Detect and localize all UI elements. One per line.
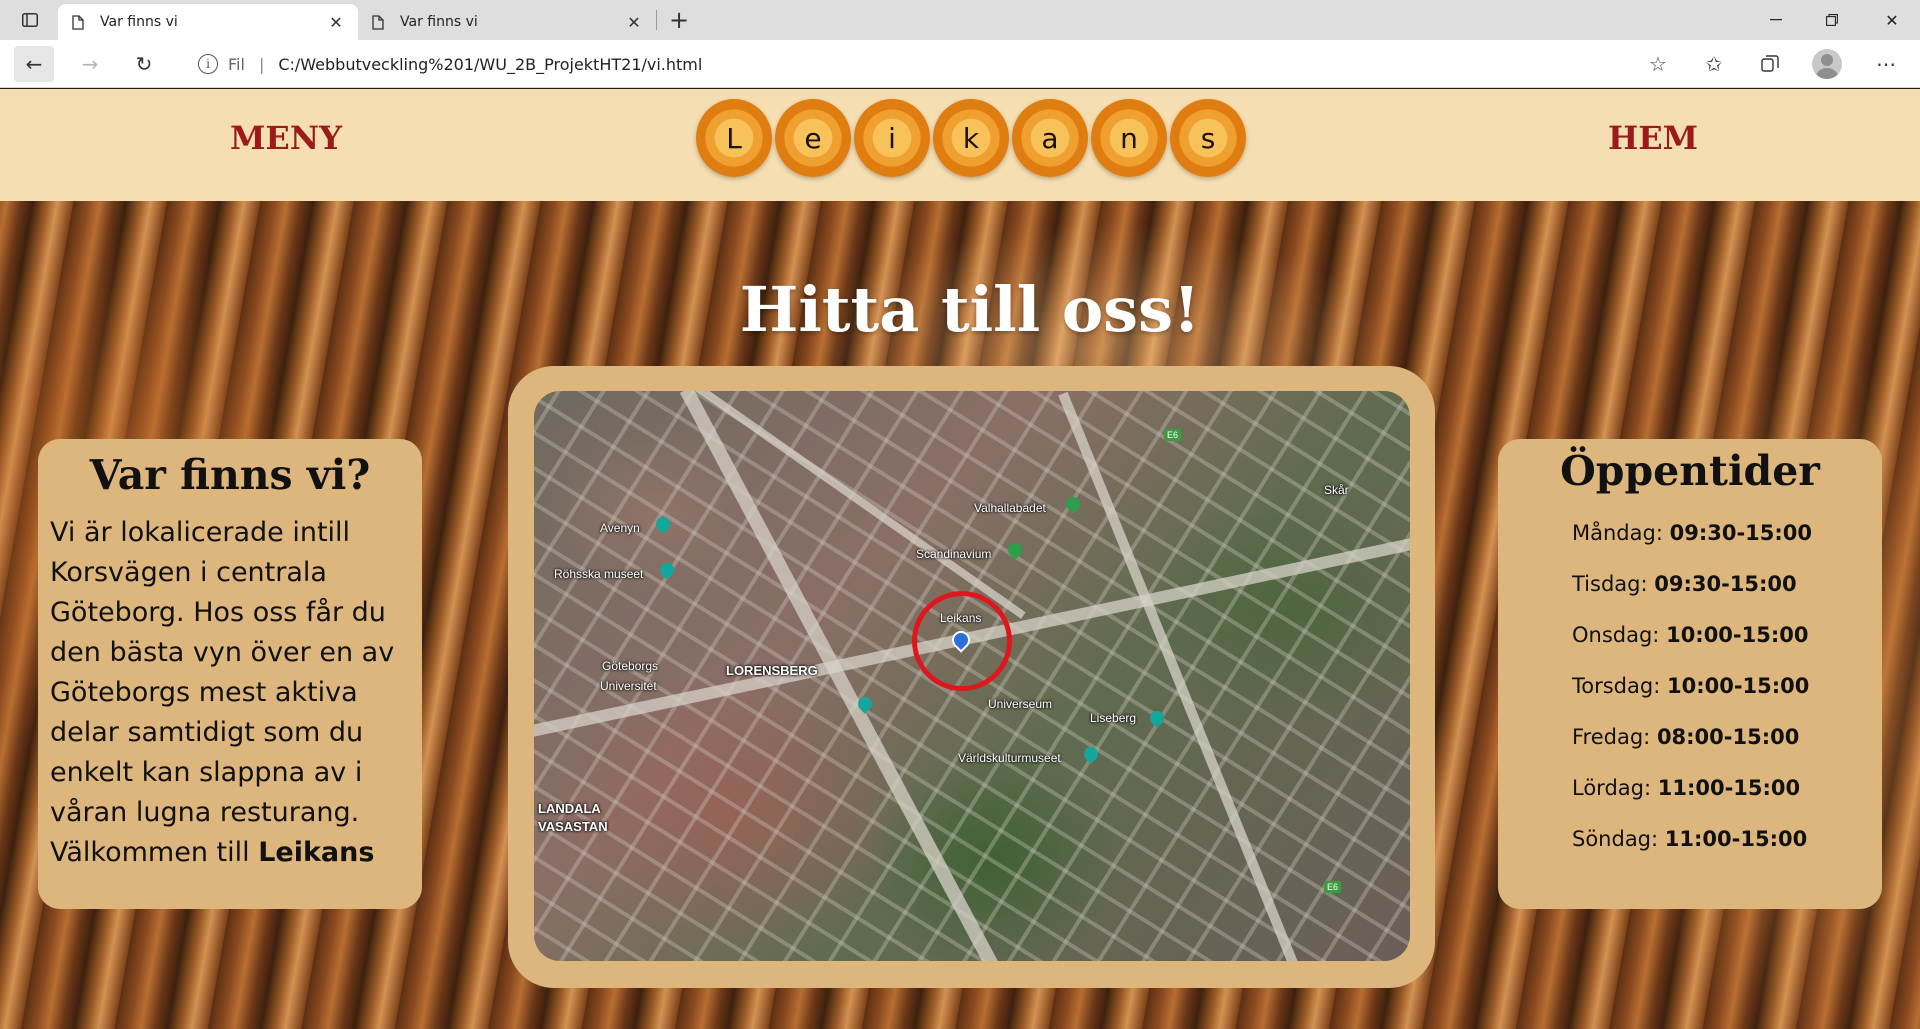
hours-heading: Öppentider xyxy=(1560,447,1820,495)
map-label: Scandinavium xyxy=(916,547,992,561)
leikans-logo[interactable]: L e i k a n s xyxy=(696,99,1248,181)
logo-letter: k xyxy=(933,99,1009,177)
site-header: MENY L e i k a n s HEM xyxy=(0,89,1920,201)
reload-icon[interactable]: ↻ xyxy=(124,46,164,82)
day-label: Tisdag: xyxy=(1572,572,1648,596)
hours-row: Måndag: 09:30-15:00 xyxy=(1572,521,1812,572)
map-poi-icon xyxy=(1063,494,1083,514)
map-poi-icon xyxy=(657,560,677,580)
day-label: Fredag: xyxy=(1572,725,1651,749)
map-road xyxy=(1058,391,1300,961)
tab-divider xyxy=(656,10,657,30)
map-label: Skår xyxy=(1324,483,1349,497)
home-link[interactable]: HEM xyxy=(1608,119,1698,157)
hours-row: Onsdag: 10:00-15:00 xyxy=(1572,623,1812,674)
logo-letter: i xyxy=(854,99,930,177)
time-value: 11:00-15:00 xyxy=(1657,776,1801,800)
hours-row: Torsdag: 10:00-15:00 xyxy=(1572,674,1812,725)
opening-hours-card: Öppentider Måndag: 09:30-15:00 Tisdag: 0… xyxy=(1498,439,1882,909)
hours-list: Måndag: 09:30-15:00 Tisdag: 09:30-15:00 … xyxy=(1572,521,1812,878)
logo-letter: n xyxy=(1091,99,1167,177)
location-card: Var finns vi? Vi är lokalicerade intill … xyxy=(38,439,422,909)
day-label: Onsdag: xyxy=(1572,623,1660,647)
url-field[interactable]: i Fil | C:/Webbutveckling%201/WU_2B_Proj… xyxy=(180,46,1680,82)
hours-row: Söndag: 11:00-15:00 xyxy=(1572,827,1812,878)
map-label: Röhsska museet xyxy=(554,567,644,581)
url-divider: | xyxy=(258,54,265,74)
location-text-brand: Leikans xyxy=(258,837,375,868)
map-poi-icon xyxy=(1081,744,1101,764)
menu-link[interactable]: MENY xyxy=(230,119,342,157)
time-value: 10:00-15:00 xyxy=(1666,674,1810,698)
close-tab-icon[interactable]: ✕ xyxy=(326,13,346,32)
road-sign-e6: E6 xyxy=(1324,881,1342,893)
tab-active[interactable]: Var finns vi ✕ xyxy=(58,4,358,40)
logo-letter: L xyxy=(696,99,772,177)
location-highlight-circle xyxy=(912,591,1012,691)
address-bar: ← → ↻ i Fil | C:/Webbutveckling%201/WU_2… xyxy=(0,40,1920,88)
time-value: 10:00-15:00 xyxy=(1666,623,1809,647)
hours-row: Fredag: 08:00-15:00 xyxy=(1572,725,1812,776)
favorites-icon[interactable]: ✩ xyxy=(1694,46,1734,82)
location-text: Vi är lokalicerade intill Korsvägen i ce… xyxy=(50,513,410,873)
hours-row: Lördag: 11:00-15:00 xyxy=(1572,776,1812,827)
time-value: 11:00-15:00 xyxy=(1664,827,1808,851)
back-icon[interactable]: ← xyxy=(14,46,54,82)
day-label: Söndag: xyxy=(1572,827,1659,851)
map-label: Göteborgs xyxy=(602,659,659,673)
minimize-icon[interactable] xyxy=(1748,0,1804,40)
page-content: MENY L e i k a n s HEM Hitta till oss! V… xyxy=(0,89,1920,1029)
time-value: 09:30-15:00 xyxy=(1654,572,1797,596)
tab-inactive[interactable]: Var finns vi ✕ xyxy=(358,4,656,40)
page-icon xyxy=(70,14,86,30)
map-poi-icon xyxy=(1005,540,1025,560)
tab-title: Var finns vi xyxy=(100,14,178,30)
road-sign-e6: E6 xyxy=(1164,429,1182,441)
forward-icon[interactable]: → xyxy=(70,46,110,82)
collections-icon[interactable] xyxy=(1750,46,1790,82)
hours-row: Tisdag: 09:30-15:00 xyxy=(1572,572,1812,623)
close-window-icon[interactable]: ✕ xyxy=(1864,0,1920,40)
map-label: Valhallabadet xyxy=(974,501,1046,515)
tab-actions-icon[interactable] xyxy=(14,8,46,32)
map-poi-icon xyxy=(653,514,673,534)
logo-letter: e xyxy=(775,99,851,177)
profile-avatar[interactable] xyxy=(1812,49,1842,79)
more-icon[interactable]: ⋯ xyxy=(1866,46,1906,82)
url-text: C:/Webbutveckling%201/WU_2B_ProjektHT21/… xyxy=(278,54,703,74)
map-label: VASASTAN xyxy=(538,819,608,834)
time-value: 08:00-15:00 xyxy=(1656,725,1800,749)
restore-icon[interactable] xyxy=(1804,0,1860,40)
map-poi-icon xyxy=(1147,708,1167,728)
map-label: Avenyn xyxy=(600,521,640,535)
map-label: Världskulturmuseet xyxy=(958,751,1061,765)
map-label: Universitet xyxy=(600,679,657,693)
tab-title: Var finns vi xyxy=(400,14,478,30)
map-image: Avenyn Röhsska museet Valhallabadet Scan… xyxy=(534,391,1410,961)
time-value: 09:30-15:00 xyxy=(1669,521,1812,545)
browser-tab-bar: Var finns vi ✕ Var finns vi ✕ + ✕ xyxy=(0,0,1920,40)
location-text-body: Vi är lokalicerade intill Korsvägen i ce… xyxy=(50,517,395,868)
map-label: LORENSBERG xyxy=(726,663,818,678)
new-tab-icon[interactable]: + xyxy=(664,6,694,34)
protocol-label: Fil xyxy=(228,54,245,74)
map-label: Liseberg xyxy=(1090,711,1137,725)
add-favorite-icon[interactable]: ☆ xyxy=(1640,46,1676,82)
map-label: LANDALA xyxy=(538,801,601,816)
logo-letter: a xyxy=(1012,99,1088,177)
page-title: Hitta till oss! xyxy=(739,273,1201,346)
day-label: Måndag: xyxy=(1572,521,1663,545)
page-icon xyxy=(370,14,386,30)
day-label: Torsdag: xyxy=(1572,674,1661,698)
close-tab-icon[interactable]: ✕ xyxy=(624,13,644,32)
day-label: Lördag: xyxy=(1572,776,1652,800)
info-icon[interactable]: i xyxy=(198,54,218,74)
location-heading: Var finns vi? xyxy=(89,451,371,499)
logo-letter: s xyxy=(1170,99,1246,177)
map-label: Universeum xyxy=(988,697,1053,711)
